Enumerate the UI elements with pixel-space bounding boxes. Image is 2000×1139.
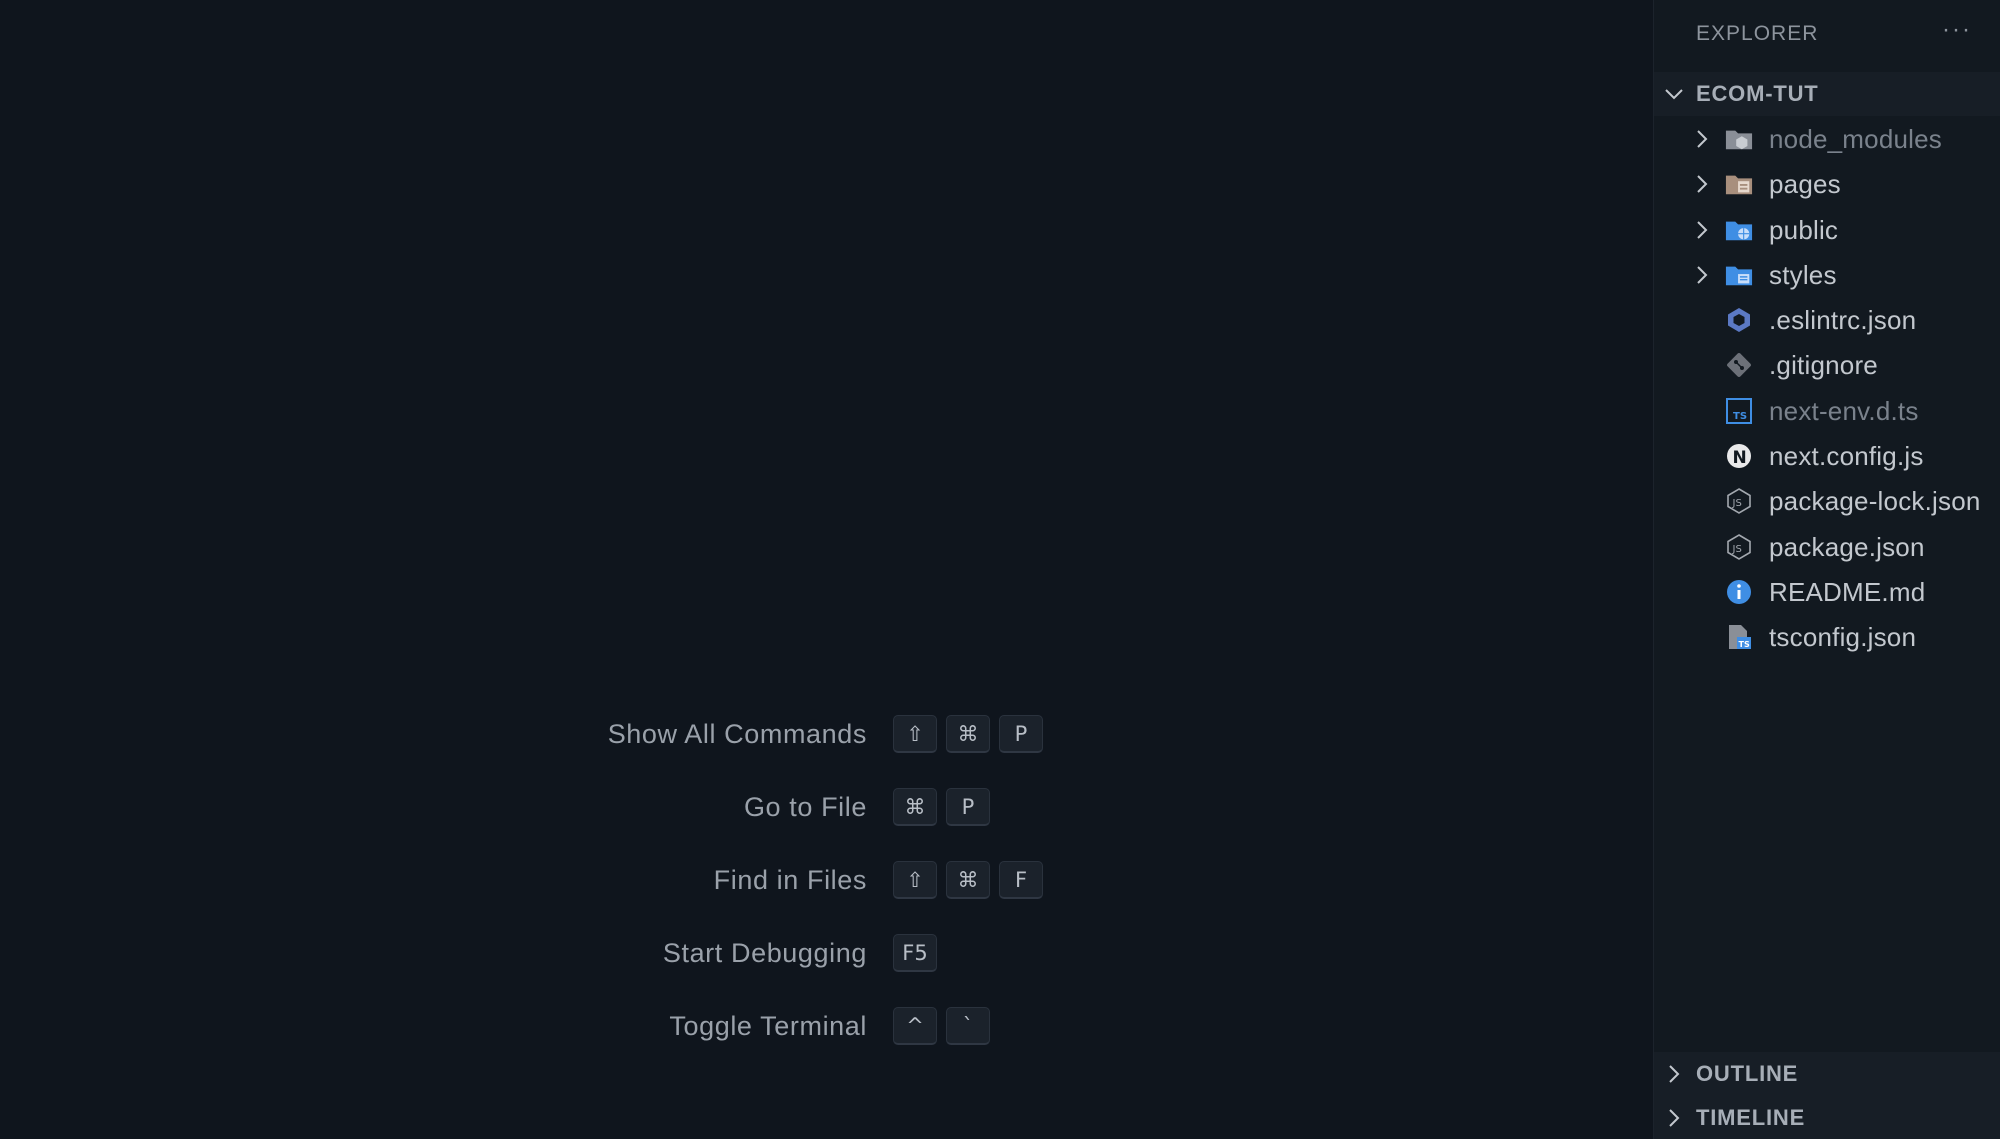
- key-cap: ⇧: [893, 861, 937, 899]
- tree-item-label: styles: [1769, 259, 1837, 290]
- key-cap: `: [946, 1007, 990, 1045]
- chevron-down-icon: [1664, 84, 1684, 104]
- tree-folder[interactable]: node_modules: [1654, 116, 2000, 161]
- tree-folder[interactable]: public: [1654, 207, 2000, 252]
- tree-item-label: package-lock.json: [1769, 486, 1981, 517]
- tree-file[interactable]: JS package-lock.json: [1654, 478, 2000, 523]
- tree-file[interactable]: .gitignore: [1654, 342, 2000, 387]
- keybinding: ⇧ ⌘ P: [893, 715, 1043, 753]
- shortcut-label[interactable]: Toggle Terminal: [669, 1011, 867, 1042]
- shortcut-label[interactable]: Start Debugging: [663, 938, 867, 969]
- file-tree: node_modulespages public styles .eslintrc.j…: [1654, 116, 2000, 660]
- outline-section-header[interactable]: OUTLINE: [1654, 1052, 2000, 1096]
- nextjs-icon: N: [1725, 442, 1753, 470]
- tree-item-label: package.json: [1769, 531, 1925, 562]
- key-cap: ⌘: [946, 715, 990, 753]
- project-section-header[interactable]: ECOM-TUT: [1654, 72, 2000, 116]
- tree-file[interactable]: Nnext.config.js: [1654, 433, 2000, 478]
- eslint-icon: [1725, 306, 1753, 334]
- tree-file[interactable]: JS package.json: [1654, 524, 2000, 569]
- shortcut-row: Toggle Terminal ^ `: [0, 1007, 1653, 1047]
- tree-folder[interactable]: pages: [1654, 161, 2000, 206]
- vscode-window: Show All Commands ⇧ ⌘ P Go to File ⌘ P Find in …: [0, 0, 2000, 1139]
- keybinding: ⇧ ⌘ F: [893, 861, 1043, 899]
- info-icon: [1725, 578, 1753, 606]
- tree-item-label: README.md: [1769, 576, 1926, 607]
- outline-label: OUTLINE: [1696, 1061, 1799, 1086]
- tree-item-label: public: [1769, 214, 1839, 245]
- shortcut-label[interactable]: Go to File: [744, 792, 867, 823]
- timeline-section-header[interactable]: TIMELINE: [1654, 1096, 2000, 1139]
- tree-file[interactable]: TS tsconfig.json: [1654, 614, 2000, 659]
- project-name: ECOM-TUT: [1696, 81, 1819, 106]
- keybinding: ⌘ P: [893, 788, 990, 826]
- key-cap: ⇧: [893, 715, 937, 753]
- explorer-header: EXPLORER ···: [1654, 0, 2000, 68]
- tree-file[interactable]: README.md: [1654, 569, 2000, 614]
- tree-folder[interactable]: styles: [1654, 252, 2000, 297]
- editor-area: Show All Commands ⇧ ⌘ P Go to File ⌘ P Find in …: [0, 0, 1653, 1139]
- chevron-right-icon: [1692, 265, 1712, 285]
- node-folder-icon: [1725, 125, 1753, 153]
- tree-item-label: node_modules: [1769, 124, 1942, 154]
- key-cap: ⌘: [893, 788, 937, 826]
- shortcut-row: Find in Files ⇧ ⌘ F: [0, 861, 1653, 901]
- styles-folder-icon: [1725, 261, 1753, 289]
- keybinding: F5: [893, 934, 937, 972]
- timeline-label: TIMELINE: [1696, 1105, 1806, 1130]
- chevron-right-icon: [1664, 1064, 1684, 1084]
- svg-text:TS: TS: [1739, 640, 1750, 649]
- chevron-right-icon: [1692, 129, 1712, 149]
- shortcut-row: Go to File ⌘ P: [0, 788, 1653, 828]
- keybinding: ^ `: [893, 1007, 990, 1045]
- tree-file[interactable]: TS next-env.d.ts: [1654, 388, 2000, 433]
- key-cap: F: [999, 861, 1043, 899]
- chevron-right-icon: [1664, 1108, 1684, 1128]
- git-icon: [1725, 351, 1753, 379]
- tsconfig-icon: TS: [1725, 623, 1753, 651]
- chevron-right-icon: [1692, 220, 1712, 240]
- tree-item-label: next.config.js: [1769, 441, 1924, 472]
- tree-item-label: next-env.d.ts: [1769, 395, 1919, 426]
- chevron-right-icon: [1692, 174, 1712, 194]
- explorer-sidebar: EXPLORER ··· ECOM-TUT node_modulespages p…: [1653, 0, 2000, 1139]
- shortcut-label[interactable]: Show All Commands: [608, 719, 867, 750]
- tree-item-label: .gitignore: [1769, 350, 1878, 381]
- bottom-panels: OUTLINE TIMELINE: [1654, 1052, 2000, 1139]
- nodejs-icon: JS: [1725, 487, 1753, 515]
- shortcut-label[interactable]: Find in Files: [714, 865, 867, 896]
- key-cap: P: [999, 715, 1043, 753]
- tree-item-label: tsconfig.json: [1769, 622, 1917, 653]
- shortcut-row: Show All Commands ⇧ ⌘ P: [0, 715, 1653, 755]
- pages-folder-icon: [1725, 170, 1753, 198]
- key-cap: P: [946, 788, 990, 826]
- public-folder-icon: [1725, 216, 1753, 244]
- svg-text:TS: TS: [1733, 411, 1747, 422]
- tree-file[interactable]: .eslintrc.json: [1654, 297, 2000, 342]
- tree-item-label: pages: [1769, 169, 1841, 200]
- svg-text:N: N: [1733, 448, 1747, 468]
- more-actions-button[interactable]: ···: [1942, 16, 1972, 44]
- svg-text:JS: JS: [1732, 544, 1742, 555]
- shortcut-row: Start Debugging F5: [0, 934, 1653, 974]
- nodejs-icon: JS: [1725, 533, 1753, 561]
- explorer-title: EXPLORER: [1696, 22, 1819, 45]
- tree-item-label: .eslintrc.json: [1769, 305, 1917, 336]
- svg-text:JS: JS: [1732, 498, 1742, 509]
- key-cap: F5: [893, 934, 937, 972]
- key-cap: ⌘: [946, 861, 990, 899]
- key-cap: ^: [893, 1007, 937, 1045]
- typescript-icon: TS: [1725, 397, 1753, 425]
